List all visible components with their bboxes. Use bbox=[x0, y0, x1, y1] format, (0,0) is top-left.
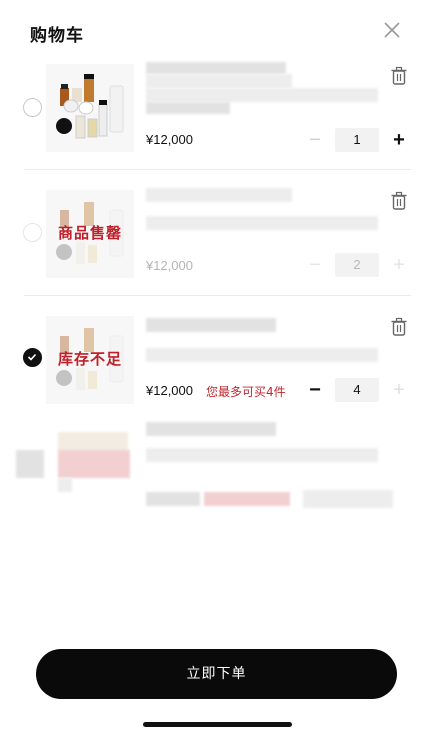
close-icon bbox=[384, 22, 400, 38]
cart-header: 购物车 bbox=[0, 0, 421, 60]
increase-quantity-button: + bbox=[393, 379, 405, 401]
item-price: ¥12,000 bbox=[146, 132, 193, 147]
quantity-value[interactable]: 4 bbox=[335, 378, 379, 402]
decrease-quantity-button[interactable]: − bbox=[303, 128, 327, 152]
trash-icon[interactable] bbox=[390, 66, 408, 86]
product-spec-redacted bbox=[146, 448, 378, 462]
product-thumbnail-redacted bbox=[58, 432, 128, 452]
product-spec-redacted bbox=[146, 88, 378, 102]
product-spec-redacted bbox=[146, 102, 230, 114]
product-name-redacted bbox=[146, 62, 286, 74]
cart-item: 商品售罄 ¥12,000 − 2 + bbox=[0, 170, 421, 296]
limit-text-redacted bbox=[204, 492, 290, 506]
select-radio[interactable] bbox=[23, 348, 42, 367]
product-name-redacted bbox=[146, 74, 292, 88]
product-thumbnail[interactable]: 库存不足 bbox=[46, 316, 134, 404]
select-radio bbox=[23, 223, 42, 242]
product-spec-redacted bbox=[146, 216, 378, 230]
product-name-redacted bbox=[146, 422, 276, 436]
close-button[interactable] bbox=[380, 18, 404, 42]
increase-quantity-button: + bbox=[393, 254, 405, 276]
product-thumbnail-redacted bbox=[58, 478, 72, 492]
quantity-value[interactable]: 1 bbox=[335, 128, 379, 152]
product-image bbox=[56, 74, 124, 139]
increase-quantity-button[interactable]: + bbox=[387, 128, 411, 152]
cart-item: 库存不足 ¥12,000 您最多可买4件 − 4 + bbox=[0, 296, 421, 422]
trash-icon[interactable] bbox=[390, 317, 408, 337]
decrease-quantity-button: − bbox=[309, 254, 321, 276]
page-title: 购物车 bbox=[30, 26, 84, 46]
stepper-redacted bbox=[303, 490, 393, 508]
product-thumbnail[interactable] bbox=[46, 64, 134, 152]
quantity-value: 2 bbox=[335, 253, 379, 277]
item-price: ¥12,000 bbox=[146, 383, 193, 398]
price-redacted bbox=[146, 492, 200, 506]
select-radio[interactable] bbox=[23, 98, 42, 117]
product-thumbnail-redacted bbox=[58, 450, 130, 478]
product-name-redacted bbox=[146, 318, 276, 332]
product-spec-redacted bbox=[146, 348, 378, 362]
cart-item: ¥12,000 − 1 + bbox=[0, 60, 421, 186]
purchase-limit-text: 您最多可买4件 bbox=[206, 385, 286, 399]
product-thumbnail[interactable]: 商品售罄 bbox=[46, 190, 134, 278]
cart-item-redacted bbox=[0, 420, 421, 546]
home-indicator bbox=[143, 722, 292, 727]
decrease-quantity-button[interactable]: − bbox=[303, 378, 327, 402]
select-radio-redacted bbox=[16, 450, 44, 478]
sold-out-label: 商品售罄 bbox=[57, 224, 122, 242]
checkmark-icon bbox=[27, 353, 37, 361]
item-price: ¥12,000 bbox=[146, 258, 193, 273]
checkout-button[interactable]: 立即下单 bbox=[36, 649, 397, 699]
low-stock-label: 库存不足 bbox=[57, 350, 122, 368]
product-name-redacted bbox=[146, 188, 292, 202]
trash-icon[interactable] bbox=[390, 191, 408, 211]
